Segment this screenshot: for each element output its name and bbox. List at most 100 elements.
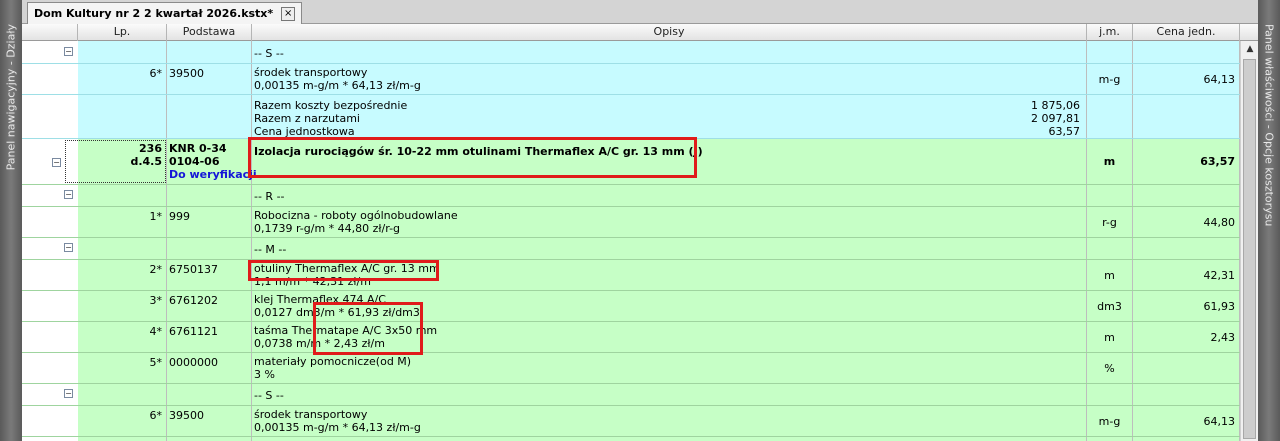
cena-cell: 63,57 (1133, 139, 1240, 184)
collapse-icon[interactable]: − (52, 158, 61, 167)
collapse-icon[interactable]: − (64, 190, 73, 199)
cena-cell (1133, 185, 1240, 206)
section-label: -- S -- (252, 384, 1087, 405)
table-row[interactable]: 6* 39500 środek transportowy 0,00135 m-g… (22, 406, 1240, 437)
section-row[interactable]: − -- R -- (22, 185, 1240, 207)
opis-name: taśma Thermatape A/C 3x50 mm (254, 324, 438, 337)
opis-formula: 1,1 m/m * 42,31 zł/m (254, 275, 371, 288)
podstawa-cell: 999 (167, 207, 252, 237)
lp-cell: 6* (78, 406, 167, 436)
podstawa-catalog: KNR 0-34 (169, 142, 227, 155)
table-row[interactable]: 3* 6761202 klej Thermaflex 474 A/C 0,012… (22, 291, 1240, 322)
position-row[interactable]: − 236 d.4.5 KNR 0-34 0104-06 Do weryfika… (22, 139, 1240, 185)
summary-unit-price: Cena jednostkowa 63,57 (254, 125, 1086, 138)
cena-cell (1133, 384, 1240, 405)
left-panel-label: Panel nawigacyjny - Działy (4, 24, 18, 171)
podstawa-cell (167, 238, 252, 259)
podstawa-cell (167, 185, 252, 206)
table-row[interactable]: 6* 39500 środek transportowy 0,00135 m-g… (22, 64, 1240, 95)
opis-formula: 3 % (254, 368, 275, 381)
scroll-thumb[interactable] (1243, 59, 1256, 439)
collapse-icon[interactable]: − (64, 243, 73, 252)
lp-cell: 2* (78, 260, 167, 290)
header-opisy[interactable]: Opisy (252, 24, 1087, 41)
jm-cell: m-g (1087, 64, 1133, 94)
cena-cell (1133, 41, 1240, 63)
section-label: -- M -- (252, 238, 1087, 259)
summary-label: Razem z narzutami (254, 112, 360, 125)
opis-name: Robocizna - roboty ogólnobudowlane (254, 209, 458, 222)
jm-cell (1087, 437, 1133, 441)
lp-cell[interactable]: 236 d.4.5 (64, 139, 167, 184)
podstawa-cell: 39500 (167, 406, 252, 436)
section-row[interactable]: − -- S -- (22, 384, 1240, 406)
jm-cell: m-g (1087, 406, 1133, 436)
summary-value: 2 097,81 (1031, 112, 1080, 125)
section-row[interactable]: − -- S -- (22, 41, 1240, 64)
left-navigation-panel[interactable]: Panel nawigacyjny - Działy (0, 0, 22, 441)
cena-cell: 61,93 (1133, 291, 1240, 321)
tree-gutter (22, 406, 78, 436)
section-label: -- S -- (252, 41, 1087, 63)
jm-cell: m (1087, 260, 1133, 290)
podstawa-cell (167, 437, 252, 441)
lp-cell (78, 437, 167, 441)
table-row[interactable]: 4* 6761121 taśma Thermatape A/C 3x50 mm … (22, 322, 1240, 353)
cena-cell (1133, 437, 1240, 441)
cena-cell (1133, 238, 1240, 259)
header-lp[interactable]: Lp. (78, 24, 167, 41)
table-row[interactable]: 1* 999 Robocizna - roboty ogólnobudowlan… (22, 207, 1240, 238)
tree-gutter: − (22, 41, 78, 63)
document-tab[interactable]: Dom Kultury nr 2 2 kwartał 2026.kstx* × (27, 2, 303, 24)
lp-cell (78, 95, 167, 138)
table-row[interactable] (22, 437, 1240, 441)
tree-gutter (22, 291, 78, 321)
opis-formula: 0,00135 m-g/m * 64,13 zł/m-g (254, 79, 421, 92)
close-icon[interactable]: × (281, 6, 296, 21)
cost-estimate-grid: Lp. Podstawa Opisy j.m. Cena jedn. − -- … (22, 24, 1258, 441)
lp-cell (78, 41, 167, 63)
header-jm[interactable]: j.m. (1087, 24, 1133, 41)
collapse-icon[interactable]: − (64, 47, 73, 56)
jm-cell: dm3 (1087, 291, 1133, 321)
podstawa-cell (167, 384, 252, 405)
lp-cell: 5* (78, 353, 167, 383)
header-cena[interactable]: Cena jedn. (1133, 24, 1240, 41)
opis-formula: 0,0127 dm3/m * 61,93 zł/dm3 (254, 306, 420, 319)
podstawa-cell: 39500 (167, 64, 252, 94)
document-tab-title: Dom Kultury nr 2 2 kwartał 2026.kstx* (34, 7, 274, 20)
lp-cell: 6* (78, 64, 167, 94)
cena-cell: 42,31 (1133, 260, 1240, 290)
tree-gutter: − (22, 185, 78, 206)
header-tree-spacer (22, 24, 78, 41)
podstawa-cell: KNR 0-34 0104-06 Do weryfikacji (167, 139, 257, 184)
section-row[interactable]: − -- M -- (22, 238, 1240, 260)
table-row[interactable]: 2* 6750137 otuliny Thermaflex A/C gr. 13… (22, 260, 1240, 291)
opis-cell: Robocizna - roboty ogólnobudowlane 0,173… (252, 207, 1087, 237)
verify-flag[interactable]: Do weryfikacji (169, 168, 257, 181)
table-row[interactable]: 5* 0000000 materiały pomocnicze(od M) 3 … (22, 353, 1240, 384)
opis-formula: 0,0738 m/m * 2,43 zł/m (254, 337, 385, 350)
section-label: -- R -- (252, 185, 1087, 206)
opis-cell: taśma Thermatape A/C 3x50 mm 0,0738 m/m … (252, 322, 1087, 352)
opis-cell (252, 437, 1087, 441)
cena-cell: 64,13 (1133, 406, 1240, 436)
right-properties-panel[interactable]: Panel właściwości - Opcje kosztorysu (1258, 0, 1280, 441)
cena-cell (1133, 95, 1240, 138)
vertical-scrollbar[interactable]: ▲ (1240, 41, 1258, 441)
column-header-row: Lp. Podstawa Opisy j.m. Cena jedn. (22, 24, 1258, 41)
jm-cell (1087, 384, 1133, 405)
podstawa-cell: 6750137 (167, 260, 252, 290)
opis-cell: klej Thermaflex 474 A/C 0,0127 dm3/m * 6… (252, 291, 1087, 321)
opis-name: materiały pomocnicze(od M) (254, 355, 412, 368)
jm-cell (1087, 185, 1133, 206)
opis-cell: Izolacja rurociągów śr. 10-22 mm otulina… (252, 139, 1087, 184)
scroll-up-icon[interactable]: ▲ (1244, 43, 1256, 55)
header-podstawa[interactable]: Podstawa (167, 24, 252, 41)
cena-cell: 64,13 (1133, 64, 1240, 94)
position-subnumber: d.4.5 (130, 155, 162, 168)
podstawa-cell: 6761202 (167, 291, 252, 321)
collapse-icon[interactable]: − (64, 389, 73, 398)
opis-cell: materiały pomocnicze(od M) 3 % (252, 353, 1087, 383)
summary-row[interactable]: Razem koszty bezpośrednie 1 875,06 Razem … (22, 95, 1240, 139)
